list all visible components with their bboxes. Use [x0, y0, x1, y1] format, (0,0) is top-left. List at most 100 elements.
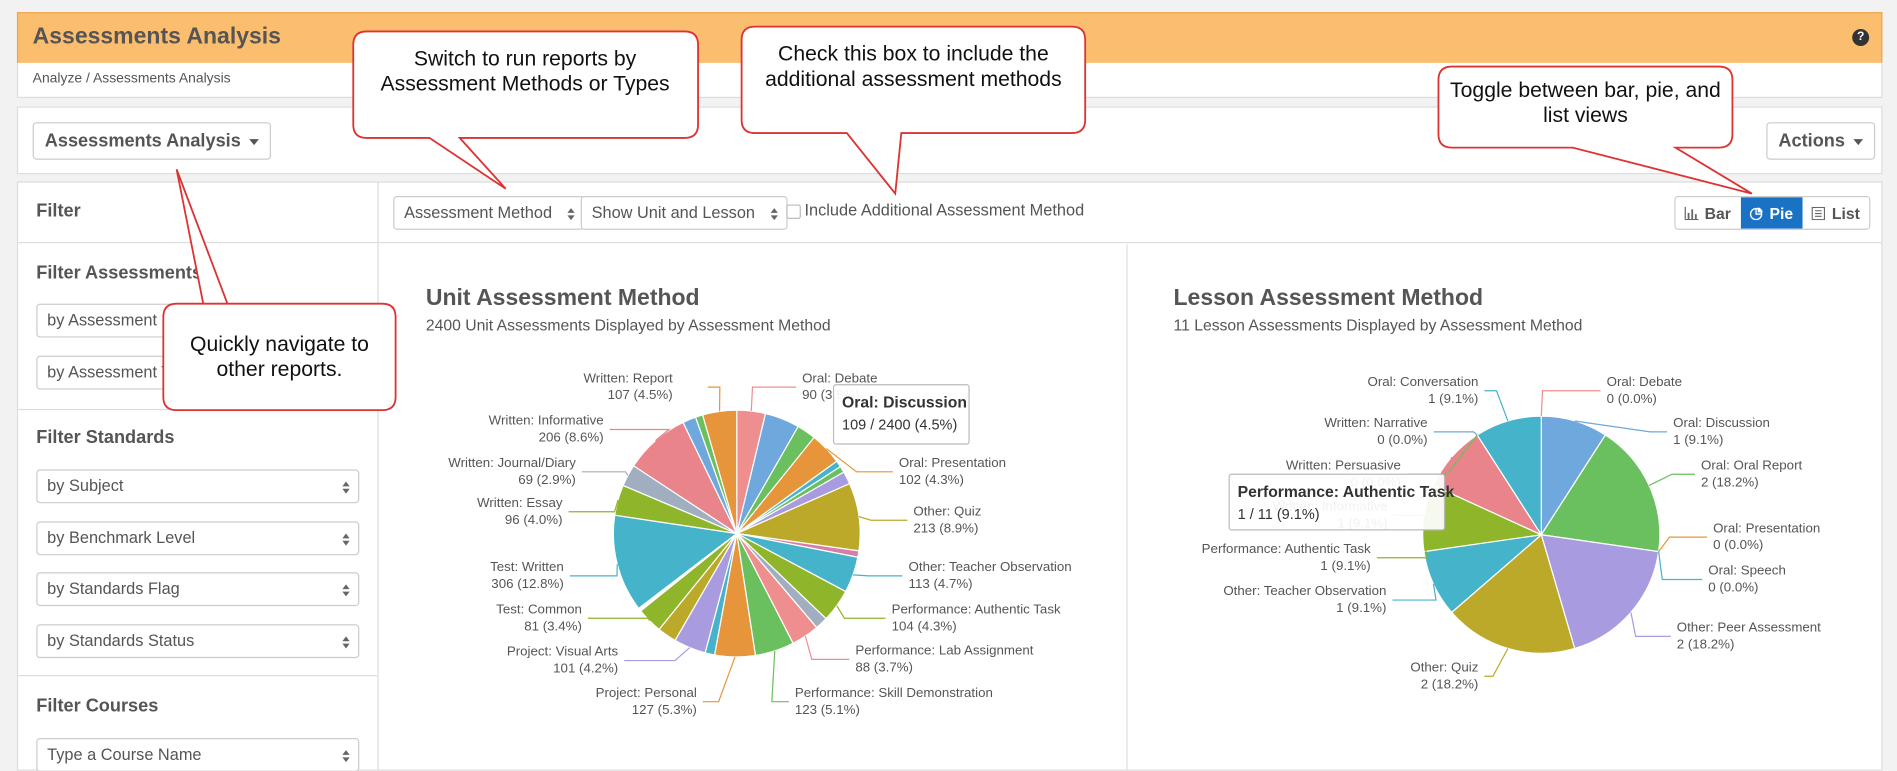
leader-line	[804, 635, 850, 660]
slice-label: Oral: Debate	[1607, 374, 1682, 389]
list-view-button[interactable]: List	[1802, 197, 1870, 229]
slice-label: Written: Informative	[489, 413, 604, 428]
chevron-down-icon	[1853, 138, 1864, 145]
include-additional-label[interactable]: Include Additional Assessment Method	[805, 201, 1085, 219]
report-panel: Assessment Method Show Unit and Lesson I…	[377, 181, 1883, 771]
view-toggle: Bar Pie List	[1674, 195, 1871, 230]
slice-value-label: 213 (8.9%)	[913, 520, 978, 535]
leader-line	[1392, 583, 1437, 601]
chevron-down-icon	[249, 138, 259, 145]
leader-line	[1648, 473, 1695, 487]
slice-label: Oral: Debate	[802, 370, 877, 385]
slice-label: Project: Visual Arts	[507, 644, 619, 659]
slice-value-label: 1 (9.1%)	[1336, 600, 1386, 615]
slice-value-label: 113 (4.7%)	[909, 576, 973, 591]
actions-button[interactable]: Actions	[1766, 122, 1876, 160]
filter-standards-title: Filter Standards	[36, 427, 175, 448]
help-icon[interactable]: ?	[1852, 29, 1870, 46]
divider	[18, 408, 378, 411]
leader-line	[771, 650, 789, 703]
slice-label: Other: Teacher Observation	[909, 559, 1072, 574]
lesson-pie-chart[interactable]: Oral: Conversation 1 (9.1%) Oral: Debate 0 …	[1128, 244, 1882, 770]
leader-line	[587, 617, 650, 621]
slice-label: Oral: Discussion	[1673, 415, 1770, 430]
slice-value-label: 1 (9.1%)	[1428, 391, 1478, 406]
select-arrows-icon	[342, 481, 350, 494]
subject-filter-value: by Subject	[47, 476, 124, 495]
slice-value-label: 0 (0.0%)	[1377, 432, 1427, 447]
leader-line	[1484, 390, 1509, 422]
slice-label: Performance: Lab Assignment	[855, 643, 1033, 658]
standards-status-filter[interactable]: by Standards Status	[36, 624, 360, 659]
slice-label: Test: Written	[490, 559, 564, 574]
include-additional-checkbox[interactable]	[786, 204, 801, 219]
leader-line	[707, 386, 721, 412]
leader-line	[1658, 551, 1703, 581]
unit-lesson-select[interactable]: Show Unit and Lesson	[580, 195, 788, 230]
unit-lesson-select-value: Show Unit and Lesson	[591, 203, 756, 222]
slice-value-label: 107 (4.5%)	[608, 387, 673, 402]
leader-line	[858, 516, 908, 521]
slice-value-label: 81 (3.4%)	[524, 618, 582, 633]
slice-value-label: 127 (5.3%)	[632, 702, 697, 717]
leader-line	[624, 647, 691, 662]
chart-tooltip: Performance: Authentic Task 1 / 11 (9.1%)	[1228, 473, 1455, 531]
benchmark-level-filter[interactable]: by Benchmark Level	[36, 521, 360, 556]
leader-line	[1433, 431, 1478, 436]
list-icon	[1811, 206, 1826, 220]
filter-title: Filter	[36, 200, 81, 222]
leader-line	[568, 499, 619, 513]
page-title: Assessments Analysis	[32, 24, 281, 50]
select-arrows-icon	[770, 208, 779, 221]
bar-view-button[interactable]: Bar	[1675, 197, 1741, 229]
assessment-method-select[interactable]: Assessment Method	[393, 195, 585, 230]
slice-label: Other: Quiz	[1410, 659, 1478, 674]
slice-label: Performance: Skill Demonstration	[795, 685, 993, 700]
tooltip-value: 109 / 2400 (4.5%)	[842, 417, 957, 433]
slice-value-label: 0 (0.0%)	[1713, 537, 1763, 552]
standards-flag-filter[interactable]: by Standards Flag	[36, 572, 360, 607]
filter-panel: Filter Filter Assessments by Assessment …	[16, 181, 379, 771]
select-arrows-icon	[342, 636, 350, 649]
callout-navigate-text: Quickly navigate to other reports.	[190, 331, 369, 382]
subject-filter[interactable]: by Subject	[36, 469, 360, 504]
lesson-chart-card: Lesson Assessment Method 11 Lesson Asses…	[1128, 244, 1882, 770]
course-name-input[interactable]: Type a Course Name	[36, 737, 360, 771]
slice-value-label: 206 (8.6%)	[539, 430, 604, 445]
slice-value-label: 1 (9.1%)	[1673, 432, 1723, 447]
slice-label: Oral: Presentation	[899, 455, 1006, 470]
slice-value-label: 102 (4.3%)	[899, 472, 964, 487]
pie-view-label: Pie	[1769, 203, 1794, 222]
select-arrows-icon	[342, 750, 350, 763]
assessment-type-filter-value: by Assessment Ty	[47, 362, 179, 382]
slice-label: Performance: Authentic Task	[892, 601, 1061, 616]
assessment-method-select-value: Assessment Method	[404, 203, 553, 222]
leader-line	[852, 574, 903, 577]
slice-label: Written: Journal/Diary	[448, 455, 576, 470]
unit-pie-chart[interactable]: Written: Report107 (4.5%)Oral: Debate90 …	[379, 244, 1127, 770]
slice-value-label: 2 (18.2%)	[1677, 636, 1735, 651]
leader-line	[750, 386, 797, 412]
slice-label: Other: Peer Assessment	[1677, 620, 1821, 635]
slice-value-label: 96 (4.0%)	[505, 512, 563, 527]
list-view-label: List	[1831, 203, 1860, 222]
divider	[18, 675, 378, 677]
pie-view-button[interactable]: Pie	[1740, 197, 1803, 229]
benchmark-level-filter-value: by Benchmark Level	[47, 528, 196, 547]
filter-courses-title: Filter Courses	[36, 695, 159, 717]
slice-label: Oral: Speech	[1708, 563, 1786, 578]
slice-label: Written: Essay	[477, 495, 563, 510]
report-controls: Assessment Method Show Unit and Lesson I…	[378, 183, 1882, 244]
slice-value-label: 0 (0.0%)	[1708, 580, 1758, 595]
slice-value-label: 306 (12.8%)	[491, 576, 563, 591]
unit-chart-card: Unit Assessment Method 2400 Unit Assessm…	[379, 244, 1127, 770]
actions-label: Actions	[1778, 130, 1845, 152]
assessment-method-filter-value: by Assessment M	[47, 310, 176, 330]
leader-line	[702, 656, 736, 703]
tooltip-title: Oral: Discussion	[842, 395, 967, 412]
bar-view-label: Bar	[1704, 203, 1731, 222]
tooltip-value: 1 / 11 (9.1%)	[1238, 507, 1320, 523]
slice-value-label: 69 (2.9%)	[518, 472, 576, 487]
report-dropdown[interactable]: Assessments Analysis	[32, 122, 272, 160]
slice-label: Oral: Oral Report	[1701, 457, 1803, 472]
